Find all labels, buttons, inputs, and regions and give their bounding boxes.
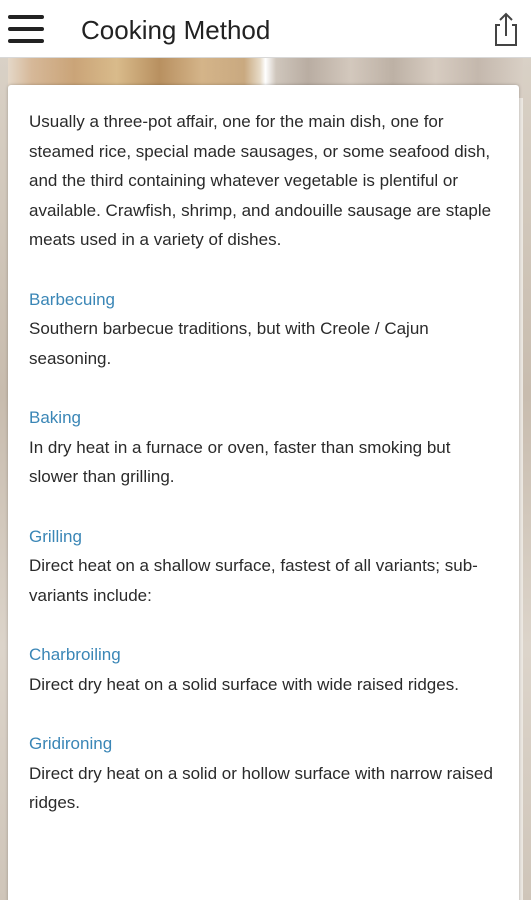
section-title: Charbroiling (29, 645, 121, 664)
app-bar: Cooking Method (0, 0, 531, 58)
hamburger-menu-icon[interactable] (8, 13, 44, 45)
section-barbecuing: Barbecuing Southern barbecue traditions,… (29, 285, 503, 374)
section-title: Barbecuing (29, 289, 116, 309)
section-body: Direct dry heat on a solid surface with … (29, 674, 459, 694)
share-icon[interactable] (489, 11, 523, 47)
section-title: Grilling (29, 526, 82, 546)
section-body: Southern barbecue traditions, but with C… (29, 319, 429, 368)
section-title: Gridironing (29, 734, 113, 753)
section-body: In dry heat in a furnace or oven, faster… (29, 437, 451, 487)
background-photo-edge-left (0, 58, 8, 900)
section-body: Direct dry heat on a solid or hollow sur… (29, 763, 493, 813)
background-photo-edge-right (523, 58, 531, 900)
section-title: Baking (29, 408, 81, 427)
section-baking: Baking In dry heat in a furnace or oven,… (29, 403, 503, 492)
section-body: Direct heat on a shallow surface, fastes… (29, 556, 478, 605)
content-card: Usually a three-pot affair, one for the … (8, 85, 519, 900)
app-screen: Cooking Method Usually a three-pot affai… (0, 0, 531, 900)
section-charbroiling: Charbroiling Direct dry heat on a solid … (29, 640, 503, 699)
page-title: Cooking Method (81, 15, 271, 45)
section-grilling: Grilling Direct heat on a shallow surfac… (29, 522, 503, 611)
intro-text: Usually a three-pot affair, one for the … (29, 112, 492, 249)
section-gridironing: Gridironing Direct dry heat on a solid o… (29, 729, 503, 818)
